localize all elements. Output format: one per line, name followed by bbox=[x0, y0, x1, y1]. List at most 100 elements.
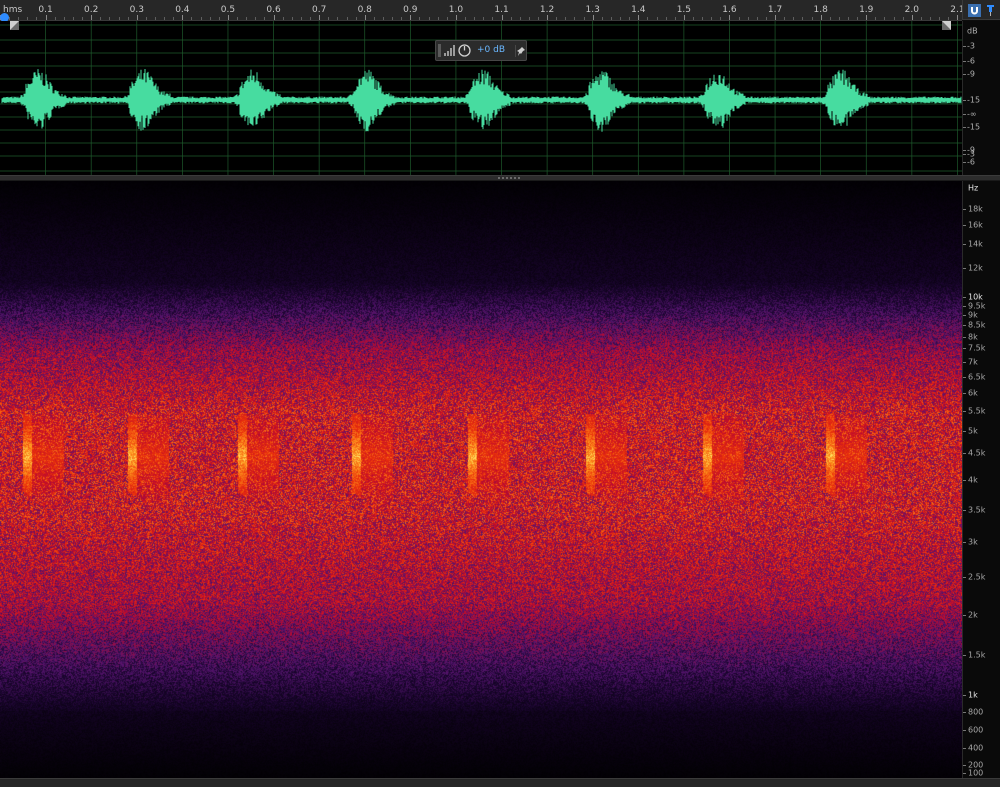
frequency-ruler[interactable]: Hz 18k 16k 14k 12k 10k 9.5k 9k 8.5k 8k 7.5k 7k 6.5k… bbox=[962, 181, 1000, 778]
frequency-label: 400 bbox=[968, 743, 984, 753]
frequency-label: 5k bbox=[968, 426, 978, 436]
time-tick bbox=[237, 17, 239, 20]
volume-knob-icon[interactable] bbox=[458, 44, 471, 57]
amplitude-label: -15 bbox=[967, 95, 981, 105]
amplitude-tick bbox=[963, 127, 966, 128]
splitter-grip-icon[interactable] bbox=[498, 177, 520, 179]
frequency-label: 3.5k bbox=[968, 505, 986, 515]
time-label: 0.6 bbox=[266, 5, 281, 15]
time-tick bbox=[811, 17, 813, 20]
magnet-snap-icon[interactable] bbox=[968, 4, 981, 17]
time-tick bbox=[419, 17, 421, 20]
time-ruler[interactable]: hms 0.1 0.2 0.3 0.4 0.5 0.6 0.7 0.8 0.9 1.0 1.1 1.2… bbox=[0, 0, 965, 22]
time-tick bbox=[610, 17, 612, 20]
time-tick bbox=[54, 17, 56, 20]
pin-marker-icon[interactable] bbox=[984, 4, 997, 17]
time-tick bbox=[300, 17, 302, 20]
time-tick bbox=[665, 17, 667, 20]
amplitude-label: -6 bbox=[967, 56, 975, 66]
time-tick bbox=[474, 17, 476, 20]
amplitude-unit-label: dB bbox=[967, 26, 978, 36]
frequency-tick bbox=[963, 695, 966, 696]
time-tick bbox=[18, 17, 20, 20]
amplitude-ruler[interactable]: dB -3 -6 -9 -15 -∞ -15 -9 -6 -3 bbox=[962, 21, 1000, 175]
time-tick bbox=[911, 15, 913, 20]
time-label: 0.9 bbox=[403, 5, 418, 15]
fade-in-handle-icon[interactable] bbox=[10, 21, 19, 30]
frequency-label: 600 bbox=[968, 725, 984, 735]
time-tick bbox=[355, 17, 357, 20]
time-tick bbox=[82, 17, 84, 20]
time-tick bbox=[483, 17, 485, 20]
amplitude-label: -∞ bbox=[967, 109, 977, 119]
time-tick bbox=[392, 17, 394, 20]
amplitude-tick bbox=[963, 61, 966, 62]
frequency-label: 16k bbox=[968, 220, 983, 230]
time-tick bbox=[382, 17, 384, 20]
time-tick bbox=[547, 15, 549, 20]
hud-drag-grip[interactable] bbox=[438, 44, 441, 57]
frequency-tick bbox=[963, 577, 966, 578]
time-tick bbox=[200, 17, 202, 20]
corner-tools bbox=[962, 0, 1000, 20]
time-tick bbox=[72, 17, 74, 20]
time-tick bbox=[164, 17, 166, 20]
time-tick bbox=[36, 17, 38, 20]
time-label: 1.9 bbox=[859, 5, 874, 15]
horizontal-scrollbar[interactable] bbox=[0, 778, 1000, 787]
time-tick bbox=[209, 17, 211, 20]
frequency-label: 8k bbox=[968, 332, 978, 342]
frequency-tick bbox=[963, 773, 966, 774]
frequency-label: 1k bbox=[968, 690, 978, 700]
time-tick bbox=[756, 17, 758, 20]
frequency-label: 9.5k bbox=[968, 301, 986, 311]
time-tick bbox=[583, 17, 585, 20]
time-tick bbox=[738, 17, 740, 20]
time-tick bbox=[939, 17, 941, 20]
fade-out-handle-icon[interactable] bbox=[942, 21, 951, 30]
frequency-label: 9k bbox=[968, 310, 978, 320]
waveform-path bbox=[1, 69, 962, 132]
time-tick bbox=[337, 17, 339, 20]
spectral-frequency-display[interactable] bbox=[0, 181, 962, 778]
time-label: 0.2 bbox=[84, 5, 99, 15]
time-tick bbox=[136, 15, 138, 20]
time-tick bbox=[629, 17, 631, 20]
time-tick bbox=[820, 15, 822, 20]
time-label: 1.3 bbox=[585, 5, 600, 15]
volume-hud[interactable]: +0 dB bbox=[435, 40, 527, 61]
time-tick bbox=[893, 17, 895, 20]
time-tick bbox=[437, 17, 439, 20]
gain-value[interactable]: +0 dB bbox=[477, 45, 505, 55]
frequency-tick bbox=[963, 411, 966, 412]
time-tick bbox=[528, 17, 530, 20]
time-tick bbox=[720, 17, 722, 20]
frequency-label: 12k bbox=[968, 263, 983, 273]
waveform-signal bbox=[1, 69, 962, 132]
frequency-tick bbox=[963, 315, 966, 316]
time-tick bbox=[291, 17, 293, 20]
level-meter-icon bbox=[444, 45, 455, 56]
time-tick bbox=[246, 17, 248, 20]
time-tick bbox=[747, 17, 749, 20]
frequency-label: 14k bbox=[968, 239, 983, 249]
time-tick bbox=[346, 17, 348, 20]
time-label: 0.5 bbox=[220, 5, 236, 15]
frequency-label: 10k bbox=[968, 292, 983, 302]
time-tick bbox=[27, 17, 29, 20]
frequency-tick bbox=[963, 655, 966, 656]
frequency-label: 7k bbox=[968, 357, 978, 367]
frequency-tick bbox=[963, 325, 966, 326]
time-tick bbox=[364, 15, 366, 20]
time-tick bbox=[592, 15, 594, 20]
time-tick bbox=[319, 15, 321, 20]
frequency-tick bbox=[963, 306, 966, 307]
time-tick bbox=[565, 17, 567, 20]
time-label: 0.8 bbox=[357, 5, 372, 15]
amplitude-tick bbox=[963, 100, 966, 101]
pin-hud-icon[interactable] bbox=[515, 45, 526, 57]
time-tick bbox=[492, 17, 494, 20]
time-tick bbox=[656, 17, 658, 20]
amplitude-tick bbox=[963, 46, 966, 47]
time-tick bbox=[601, 17, 603, 20]
